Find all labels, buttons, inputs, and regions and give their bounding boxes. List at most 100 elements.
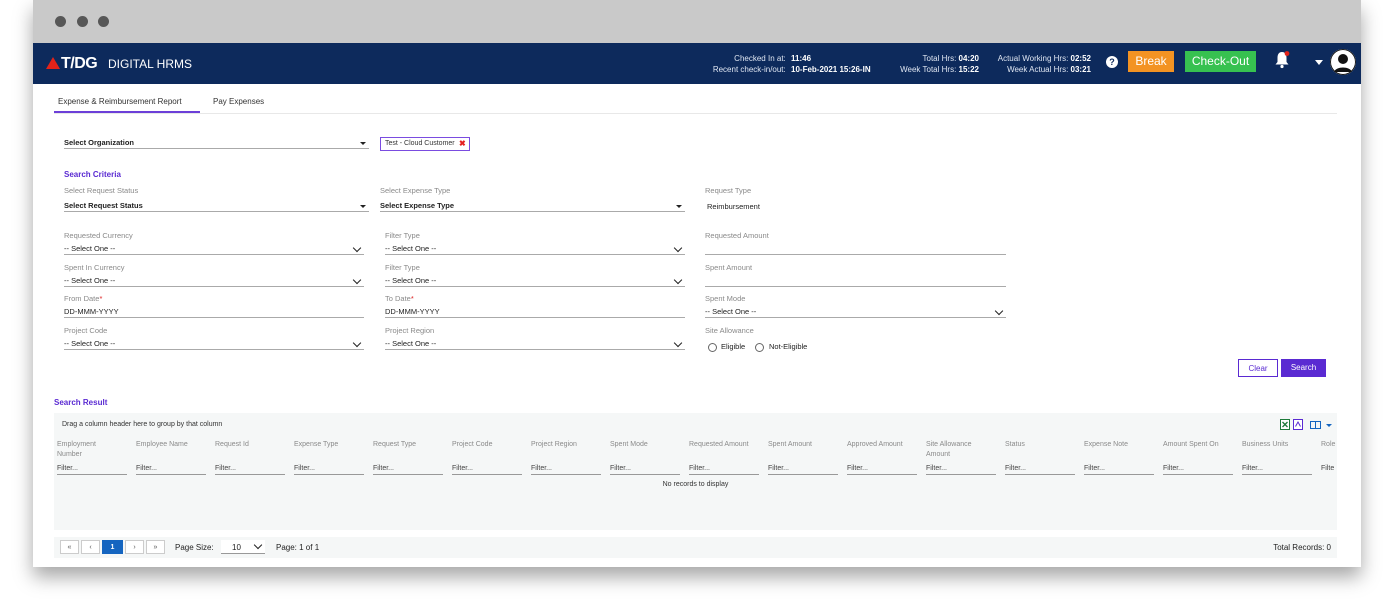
tab-pay-expenses[interactable]: Pay Expenses: [213, 97, 264, 106]
not-eligible-radio[interactable]: [755, 343, 764, 352]
organization-select[interactable]: Select Organization: [64, 136, 369, 149]
window-dot-minimize[interactable]: [77, 16, 88, 27]
spent-currency-select[interactable]: -- Select One --: [64, 274, 364, 287]
week-total-label: Week Total Hrs:: [900, 65, 957, 74]
clear-button[interactable]: Clear: [1238, 359, 1278, 377]
column-filter-input[interactable]: Filter...: [689, 465, 759, 475]
column-header[interactable]: Project Code: [452, 440, 492, 450]
column-filter-input[interactable]: Filter...: [57, 465, 127, 475]
column-header[interactable]: Site Allowance Amount: [926, 440, 972, 460]
project-code-label: Project Code: [64, 326, 108, 335]
column-filter-input[interactable]: Filter...: [768, 465, 838, 475]
column-filter-input[interactable]: Filter...: [926, 465, 996, 475]
column-filter-input[interactable]: Filter...: [1084, 465, 1154, 475]
column-header[interactable]: Employment Number: [57, 440, 96, 460]
last-page-button[interactable]: »: [146, 540, 165, 554]
chevron-down-icon: [253, 540, 263, 550]
column-filter-input[interactable]: Filter...: [294, 465, 364, 475]
next-page-button[interactable]: ›: [125, 540, 144, 554]
spent-mode-label: Spent Mode: [705, 294, 746, 303]
filter-type-1-select[interactable]: -- Select One --: [385, 242, 685, 255]
tab-expense-report[interactable]: Expense & Reimbursement Report: [58, 97, 182, 106]
to-date-input[interactable]: DD-MMM-YYYY: [385, 305, 685, 318]
column-filter-input[interactable]: Filter...: [452, 465, 522, 475]
column-filter-input[interactable]: Filter...: [373, 465, 443, 475]
column-header-label: Site Allowance: [926, 441, 972, 448]
column-header-label: Status: [1005, 441, 1025, 448]
requested-currency-value: -- Select One --: [64, 244, 116, 253]
column-filter-input[interactable]: Filter...: [1163, 465, 1233, 475]
dropdown-arrow-icon: [360, 205, 366, 208]
requested-amount-input[interactable]: [705, 242, 1006, 255]
spent-amount-label: Spent Amount: [705, 263, 753, 272]
from-date-label-text: From Date: [64, 294, 100, 303]
column-filter-input[interactable]: Filter...: [215, 465, 285, 475]
column-header[interactable]: Employee Name: [136, 440, 188, 450]
column-header[interactable]: Project Region: [531, 440, 577, 450]
column-filter-input[interactable]: Filter...: [610, 465, 680, 475]
column-filter-input[interactable]: Filter...: [1242, 465, 1312, 475]
spent-mode-select[interactable]: -- Select One --: [705, 305, 1006, 318]
column-header[interactable]: Requested Amount: [689, 440, 749, 450]
column-header[interactable]: Business Units: [1242, 440, 1288, 450]
break-button[interactable]: Break: [1128, 51, 1174, 72]
window-dot-close[interactable]: [55, 16, 66, 27]
window-dot-maximize[interactable]: [98, 16, 109, 27]
column-filter-input[interactable]: Filter...: [847, 465, 917, 475]
spent-amount-input[interactable]: [705, 274, 1006, 287]
actual-hrs-value: 02:52: [1070, 54, 1091, 63]
project-region-select[interactable]: -- Select One --: [385, 337, 685, 350]
column-header[interactable]: Role: [1321, 440, 1335, 450]
column-header-label: Role: [1321, 441, 1336, 448]
page-size-select[interactable]: 10: [221, 540, 265, 554]
brand-logo[interactable]: T/DG: [46, 55, 98, 73]
page-size-label: Page Size:: [175, 543, 214, 552]
request-status-label: Select Request Status: [64, 186, 139, 195]
column-header[interactable]: Request Type: [373, 440, 416, 450]
column-header[interactable]: Status: [1005, 440, 1025, 450]
chevron-down-icon: [673, 275, 683, 285]
column-header-label: Employment: [57, 441, 96, 448]
column-header-label: Request Id: [215, 441, 249, 448]
column-header[interactable]: Request Id: [215, 440, 249, 450]
prev-page-button[interactable]: ‹: [81, 540, 100, 554]
grid-columns: Employment Number Filter... Employee Name Fi…: [54, 413, 1337, 483]
filter-type-2-select[interactable]: -- Select One --: [385, 274, 685, 287]
week-actual-value: 03:21: [1070, 65, 1091, 74]
expense-type-label: Select Expense Type: [380, 186, 451, 195]
chevron-down-icon: [673, 243, 683, 253]
column-header[interactable]: Expense Type: [294, 440, 338, 450]
column-filter-input[interactable]: Filter...: [1005, 465, 1075, 475]
to-date-label-text: To Date: [385, 294, 411, 303]
column-header-label: Approved Amount: [847, 441, 903, 448]
column-filter-input[interactable]: Filter...: [531, 465, 601, 475]
column-header[interactable]: Approved Amount: [847, 440, 903, 450]
search-button[interactable]: Search: [1281, 359, 1326, 377]
column-header-label: Spent Mode: [610, 441, 648, 448]
check-out-button[interactable]: Check-Out: [1185, 51, 1256, 72]
column-filter-input[interactable]: Filter...: [136, 465, 206, 475]
chevron-down-icon: [352, 275, 362, 285]
first-page-button[interactable]: «: [60, 540, 79, 554]
column-header-label: Amount: [926, 451, 951, 458]
column-header[interactable]: Amount Spent On: [1163, 440, 1219, 450]
eligible-radio[interactable]: [708, 343, 717, 352]
help-icon[interactable]: ?: [1106, 56, 1118, 68]
user-avatar[interactable]: [1330, 49, 1356, 75]
column-header[interactable]: Spent Mode: [610, 440, 648, 450]
requested-currency-select[interactable]: -- Select One --: [64, 242, 364, 255]
user-menu-caret-icon[interactable]: [1315, 60, 1323, 65]
remove-chip-icon[interactable]: ✖: [459, 138, 466, 150]
column-filter-input[interactable]: Filte: [1321, 465, 1335, 474]
from-date-input[interactable]: DD-MMM-YYYY: [64, 305, 364, 318]
chevron-down-icon: [673, 338, 683, 348]
dropdown-arrow-icon: [360, 142, 366, 145]
notification-bell-icon[interactable]: [1274, 51, 1290, 69]
expense-type-select[interactable]: Select Expense Type: [380, 199, 685, 212]
column-header[interactable]: Expense Note: [1084, 440, 1128, 450]
page-1-button[interactable]: 1: [102, 540, 123, 554]
request-status-select[interactable]: Select Request Status: [64, 199, 369, 212]
organization-chip-label: Test - Cloud Customer: [385, 140, 455, 147]
project-code-select[interactable]: -- Select One --: [64, 337, 364, 350]
column-header[interactable]: Spent Amount: [768, 440, 812, 450]
